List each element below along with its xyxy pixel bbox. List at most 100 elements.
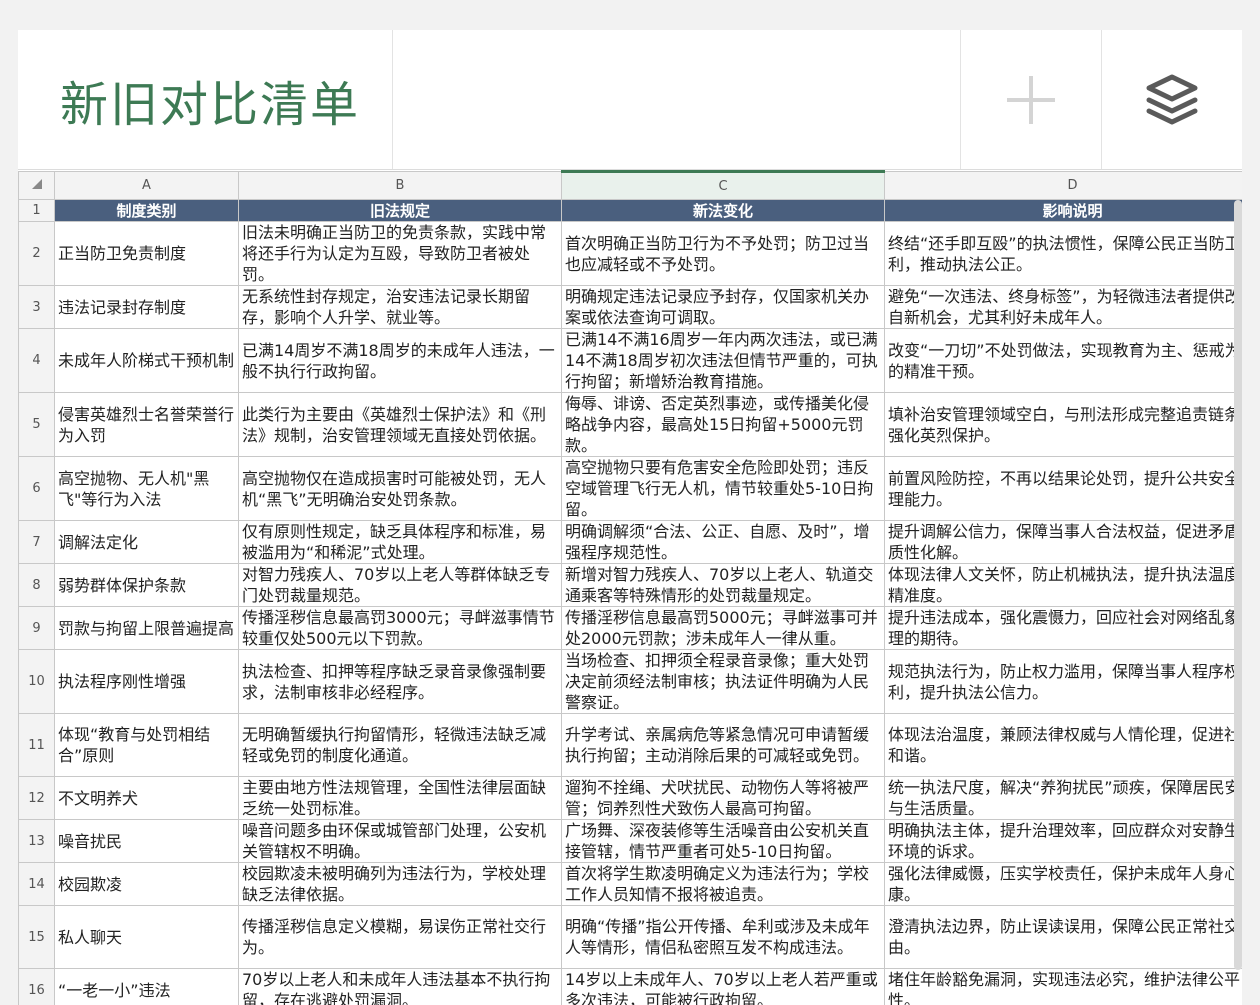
cell-old-law[interactable]: 执法检查、扣押等程序缺乏录音录像强制要求，法制审核非必经程序。 <box>238 649 562 714</box>
cell-category[interactable]: 高空抛物、无人机"黑飞"等行为入法 <box>54 456 239 521</box>
layers-button[interactable] <box>1102 30 1242 169</box>
cell-new-law[interactable]: 遛狗不拴绳、犬吠扰民、动物伤人等将被严管；饲养烈性犬致伤人最高可拘留。 <box>561 776 885 820</box>
cell-old-law[interactable]: 高空抛物仅在造成损害时可能被处罚，无人机“黑飞”无明确治安处罚条款。 <box>238 456 562 521</box>
cell-old-law[interactable]: 传播淫秽信息定义模糊，易误伤正常社交行为。 <box>238 905 562 969</box>
row-number[interactable]: 13 <box>18 819 55 863</box>
cell-new-law[interactable]: 明确规定违法记录应予封存，仅国家机关办案或依法查询可调取。 <box>561 285 885 329</box>
cell-impact[interactable]: 终结“还手即互殴”的执法惯性，保障公民正当防卫权利，推动执法公正。 <box>884 221 1242 286</box>
row-number[interactable]: 6 <box>18 456 55 521</box>
cell-impact[interactable]: 规范执法行为，防止权力滥用，保障当事人程序权利，提升执法公信力。 <box>884 649 1242 714</box>
cell-new-law[interactable]: 明确调解须“合法、公正、自愿、及时”，增强程序规范性。 <box>561 520 885 564</box>
table-row: 16 “一老一小”违法 70岁以上老人和未成年人违法基本不执行拘留，存在逃避处罚漏洞… <box>18 968 1242 1005</box>
cell-category[interactable]: 侵害英雄烈士名誉荣誉行为入罚 <box>54 392 239 457</box>
row-number[interactable]: 4 <box>18 328 55 393</box>
cell-impact[interactable]: 填补治安管理领域空白，与刑法形成完整追责链条，强化英烈保护。 <box>884 392 1242 457</box>
cell-new-law[interactable]: 首次明确正当防卫行为不予处罚；防卫过当也应减轻或不予处罚。 <box>561 221 885 286</box>
cell-impact[interactable]: 堵住年龄豁免漏洞，实现违法必究，维护法律公平性。 <box>884 968 1242 1005</box>
cell-old-law[interactable]: 无系统性封存规定，治安违法记录长期留存，影响个人升学、就业等。 <box>238 285 562 329</box>
table-row: 5 侵害英雄烈士名誉荣誉行为入罚 此类行为主要由《英雄烈士保护法》和《刑法》规制，治… <box>18 392 1242 457</box>
cell-impact[interactable]: 提升调解公信力，保障当事人合法权益，促进矛盾实质性化解。 <box>884 520 1242 564</box>
row-number[interactable]: 15 <box>18 905 55 969</box>
header-cell-impact[interactable]: 影响说明 <box>884 199 1242 222</box>
cell-category[interactable]: 弱势群体保护条款 <box>54 563 239 607</box>
header-cell-category[interactable]: 制度类别 <box>54 199 239 222</box>
select-all-corner[interactable] <box>18 171 55 200</box>
spreadsheet-grid[interactable]: A B C D 1 制度类别 旧法规定 新法变化 影响说明 2 正当防卫免责制度旧… <box>18 170 1242 1005</box>
cell-old-law[interactable]: 仅有原则性规定，缺乏具体程序和标准，易被滥用为“和稀泥”式处理。 <box>238 520 562 564</box>
row-number[interactable]: 5 <box>18 392 55 457</box>
cell-impact[interactable]: 强化法律威慑，压实学校责任，保护未成年人身心健康。 <box>884 862 1242 906</box>
header-cell-old-law[interactable]: 旧法规定 <box>238 199 562 222</box>
cell-old-law[interactable]: 对智力残疾人、70岁以上老人等群体缺乏专门处罚裁量规范。 <box>238 563 562 607</box>
cell-impact[interactable]: 避免“一次违法、终身标签”，为轻微违法者提供改过自新机会，尤其利好未成年人。 <box>884 285 1242 329</box>
header-cell-new-law[interactable]: 新法变化 <box>561 199 885 222</box>
cell-impact[interactable]: 改变“一刀切”不处罚做法，实现教育为主、惩戒为辅的精准干预。 <box>884 328 1242 393</box>
cell-impact[interactable]: 体现法治温度，兼顾法律权威与人情伦理，促进社会和谐。 <box>884 713 1242 777</box>
cell-category[interactable]: 噪音扰民 <box>54 819 239 863</box>
cell-old-law[interactable]: 70岁以上老人和未成年人违法基本不执行拘留，存在逃避处罚漏洞。 <box>238 968 562 1005</box>
column-header-b[interactable]: B <box>238 171 562 200</box>
cell-category[interactable]: 调解法定化 <box>54 520 239 564</box>
cell-new-law[interactable]: 明确“传播”指公开传播、牟利或涉及未成年人等情形，情侣私密照互发不构成违法。 <box>561 905 885 969</box>
cell-new-law[interactable]: 传播淫秽信息最高罚5000元；寻衅滋事可并处2000元罚款；涉未成年人一律从重。 <box>561 606 885 650</box>
cell-old-law[interactable]: 已满14周岁不满18周岁的未成年人违法，一般不执行行政拘留。 <box>238 328 562 393</box>
row-number[interactable]: 8 <box>18 563 55 607</box>
table-row: 7 调解法定化 仅有原则性规定，缺乏具体程序和标准，易被滥用为“和稀泥”式处理。 明确… <box>18 520 1242 564</box>
row-number[interactable]: 1 <box>18 199 55 222</box>
table-row: 12 不文明养犬 主要由地方性法规管理，全国性法律层面缺乏统一处罚标准。 遛狗不拴绳、… <box>18 776 1242 820</box>
column-header-a[interactable]: A <box>54 171 239 200</box>
cell-old-law[interactable]: 传播淫秽信息最高罚3000元；寻衅滋事情节较重仅处500元以下罚款。 <box>238 606 562 650</box>
cell-new-law[interactable]: 新增对智力残疾人、70岁以上老人、轨道交通乘客等特殊情形的处罚裁量规定。 <box>561 563 885 607</box>
cell-impact[interactable]: 前置风险防控，不再以结果论处罚，提升公共安全治理能力。 <box>884 456 1242 521</box>
cell-old-law[interactable]: 噪音问题多由环保或城管部门处理，公安机关管辖权不明确。 <box>238 819 562 863</box>
cell-category[interactable]: 私人聊天 <box>54 905 239 969</box>
cell-category[interactable]: 体现“教育与处罚相结合”原则 <box>54 713 239 777</box>
row-number[interactable]: 14 <box>18 862 55 906</box>
cell-new-law[interactable]: 广场舞、深夜装修等生活噪音由公安机关直接管辖，情节严重者可处5-10日拘留。 <box>561 819 885 863</box>
cell-new-law[interactable]: 侮辱、诽谤、否定英烈事迹，或传播美化侵略战争内容，最高处15日拘留+5000元罚… <box>561 392 885 457</box>
table-row: 15 私人聊天 传播淫秽信息定义模糊，易误伤正常社交行为。 明确“传播”指公开传播、牟… <box>18 905 1242 969</box>
column-header-d[interactable]: D <box>884 171 1242 200</box>
column-header-c[interactable]: C <box>561 170 885 200</box>
cell-category[interactable]: 不文明养犬 <box>54 776 239 820</box>
table-row: 3 违法记录封存制度 无系统性封存规定，治安违法记录长期留存，影响个人升学、就业等。… <box>18 285 1242 329</box>
cell-new-law[interactable]: 已满14不满16周岁一年内两次违法，或已满14不满18周岁初次违法但情节严重的，… <box>561 328 885 393</box>
cell-category[interactable]: “一老一小”违法 <box>54 968 239 1005</box>
cell-impact[interactable]: 提升违法成本，强化震慑力，回应社会对网络乱象治理的期待。 <box>884 606 1242 650</box>
cell-category[interactable]: 罚款与拘留上限普遍提高 <box>54 606 239 650</box>
row-number[interactable]: 11 <box>18 713 55 777</box>
table-row: 14 校园欺凌 校园欺凌未被明确列为违法行为，学校处理缺乏法律依据。 首次将学生欺凌明… <box>18 862 1242 906</box>
cell-category[interactable]: 执法程序刚性增强 <box>54 649 239 714</box>
cell-new-law[interactable]: 首次将学生欺凌明确定义为违法行为；学校工作人员知情不报将被追责。 <box>561 862 885 906</box>
cell-old-law[interactable]: 校园欺凌未被明确列为违法行为，学校处理缺乏法律依据。 <box>238 862 562 906</box>
cell-new-law[interactable]: 高空抛物只要有危害安全危险即处罚；违反空域管理飞行无人机，情节较重处5-10日拘… <box>561 456 885 521</box>
cell-old-law[interactable]: 旧法未明确正当防卫的免责条款，实践中常将还手行为认定为互殴，导致防卫者被处罚。 <box>238 221 562 286</box>
row-number[interactable]: 3 <box>18 285 55 329</box>
row-number[interactable]: 10 <box>18 649 55 714</box>
cell-old-law[interactable]: 无明确暂缓执行拘留情形，轻微违法缺乏减轻或免罚的制度化通道。 <box>238 713 562 777</box>
cell-category[interactable]: 正当防卫免责制度 <box>54 221 239 286</box>
table-body: 2 正当防卫免责制度 旧法未明确正当防卫的免责条款，实践中常将还手行为认定为互殴，导… <box>18 221 1242 1005</box>
cell-old-law[interactable]: 此类行为主要由《英雄烈士保护法》和《刑法》规制，治安管理领域无直接处罚依据。 <box>238 392 562 457</box>
row-number[interactable]: 7 <box>18 520 55 564</box>
cell-category[interactable]: 校园欺凌 <box>54 862 239 906</box>
table-row: 8 弱势群体保护条款 对智力残疾人、70岁以上老人等群体缺乏专门处罚裁量规范。 新增对… <box>18 563 1242 607</box>
cell-category[interactable]: 未成年人阶梯式干预机制 <box>54 328 239 393</box>
cell-new-law[interactable]: 14岁以上未成年人、70岁以上老人若严重或多次违法，可能被行政拘留。 <box>561 968 885 1005</box>
cell-category[interactable]: 违法记录封存制度 <box>54 285 239 329</box>
vertical-scrollbar[interactable] <box>1234 200 1242 970</box>
cell-new-law[interactable]: 升学考试、亲属病危等紧急情况可申请暂缓执行拘留；主动消除后果的可减轻或免罚。 <box>561 713 885 777</box>
cell-impact[interactable]: 明确执法主体，提升治理效率，回应群众对安静生活环境的诉求。 <box>884 819 1242 863</box>
row-number[interactable]: 16 <box>18 968 55 1005</box>
add-button[interactable] <box>961 30 1103 169</box>
cell-new-law[interactable]: 当场检查、扣押须全程录音录像；重大处罚决定前须经法制审核；执法证件明确为人民警察… <box>561 649 885 714</box>
row-number[interactable]: 2 <box>18 221 55 286</box>
cell-old-law[interactable]: 主要由地方性法规管理，全国性法律层面缺乏统一处罚标准。 <box>238 776 562 820</box>
cell-impact[interactable]: 澄清执法边界，防止误读误用，保障公民正常社交自由。 <box>884 905 1242 969</box>
row-number[interactable]: 12 <box>18 776 55 820</box>
table-row: 2 正当防卫免责制度 旧法未明确正当防卫的免责条款，实践中常将还手行为认定为互殴，导… <box>18 221 1242 286</box>
cell-impact[interactable]: 体现法律人文关怀，防止机械执法，提升执法温度与精准度。 <box>884 563 1242 607</box>
cell-impact[interactable]: 统一执法尺度，解决“养狗扰民”顽疾，保障居民安全与生活质量。 <box>884 776 1242 820</box>
row-number[interactable]: 9 <box>18 606 55 650</box>
table-row: 6 高空抛物、无人机"黑飞"等行为入法 高空抛物仅在造成损害时可能被处罚，无人机“黑… <box>18 456 1242 521</box>
